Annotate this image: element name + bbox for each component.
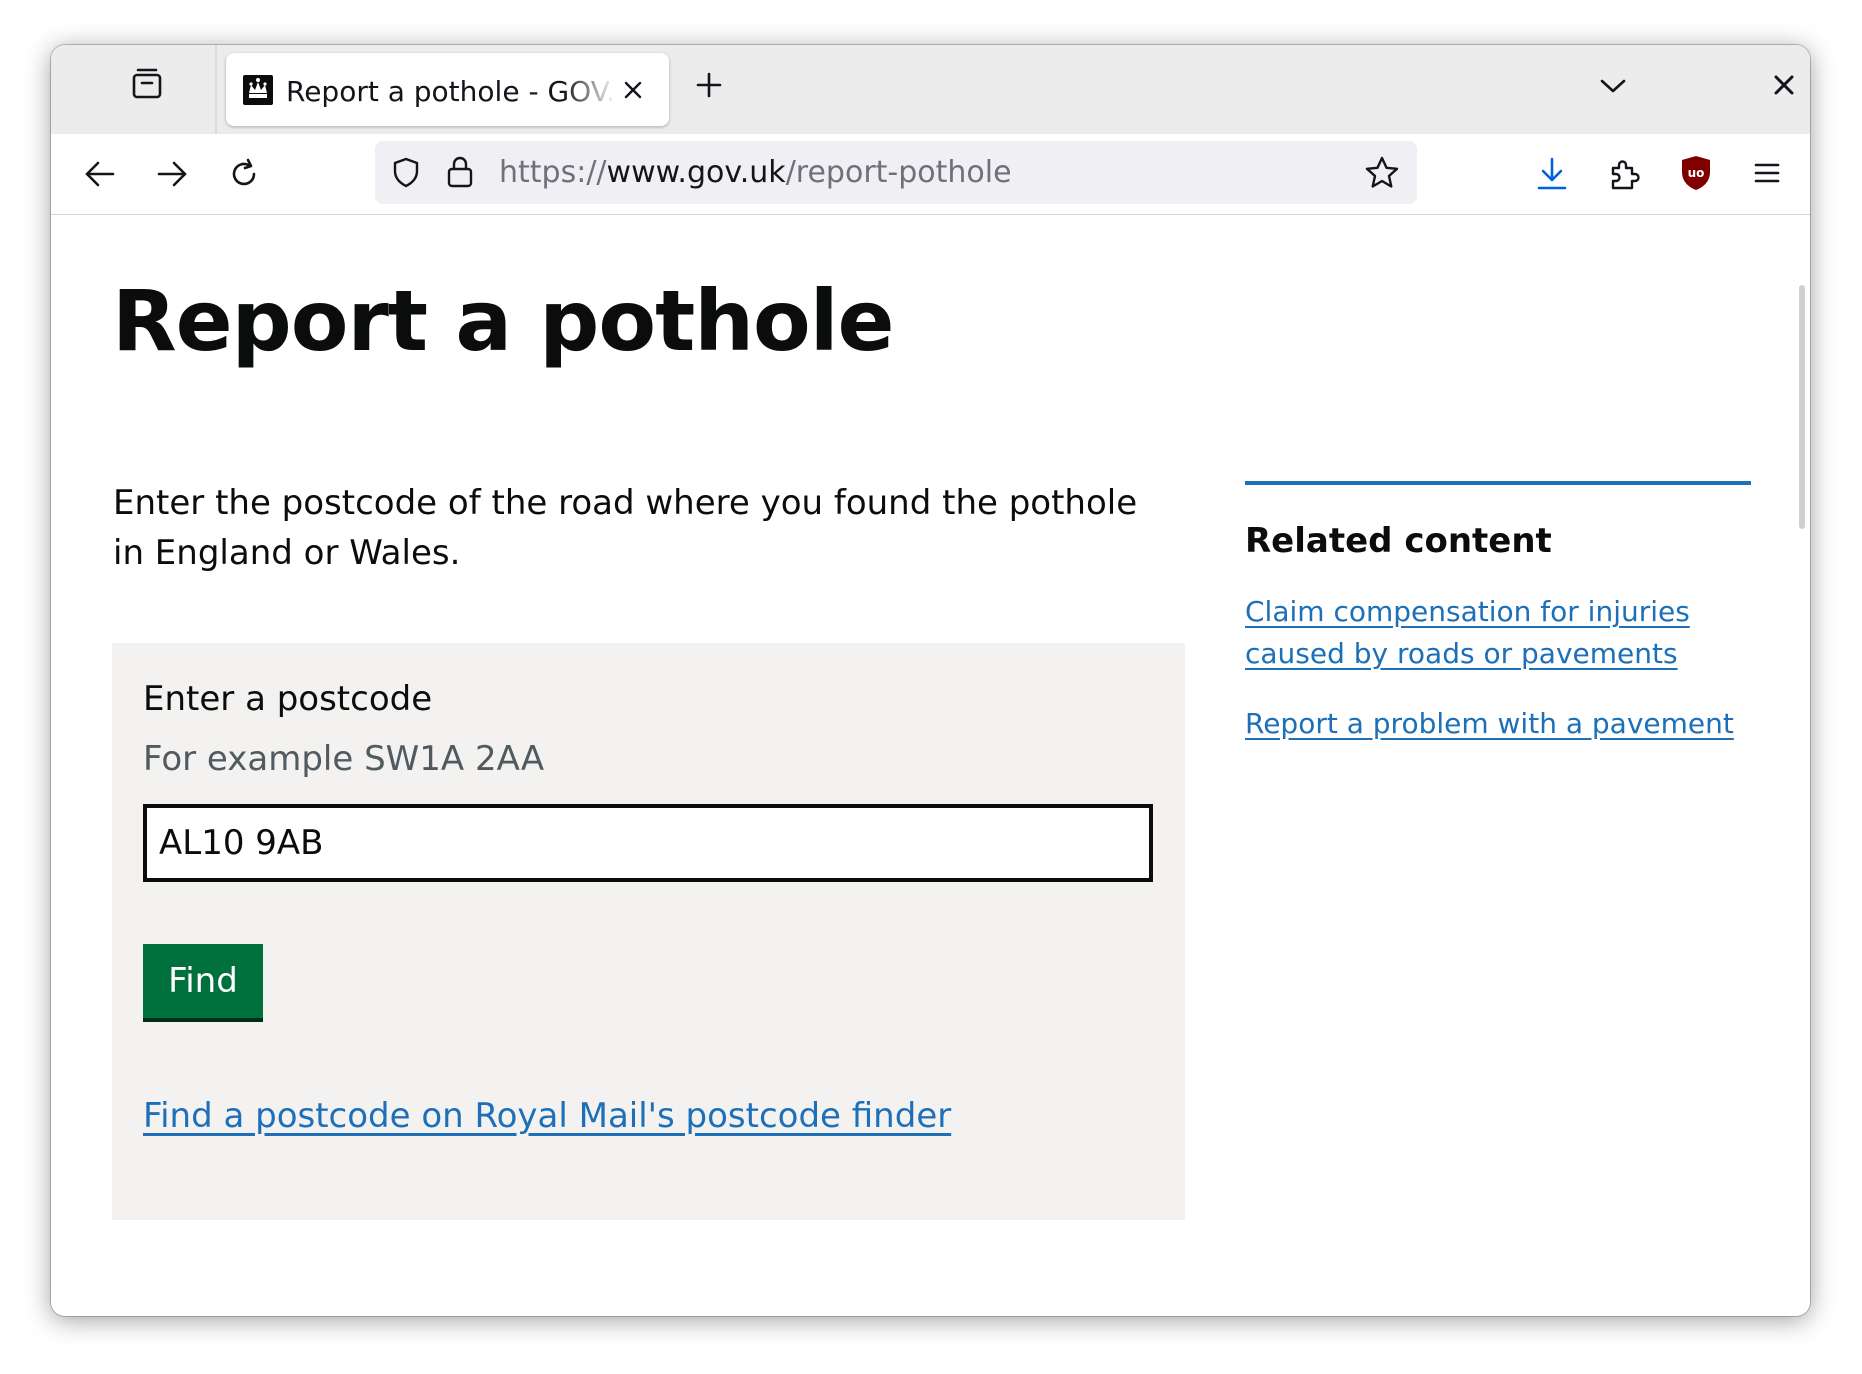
- related-content-sidebar: Related content Claim compensation for i…: [1245, 481, 1751, 745]
- crown-icon: [243, 75, 273, 105]
- navigation-toolbar: https://www.gov.uk/report-pothole uo: [51, 134, 1810, 215]
- forward-arrow-icon[interactable]: [155, 157, 189, 191]
- find-button[interactable]: Find: [143, 944, 263, 1018]
- url-text[interactable]: https://www.gov.uk/report-pothole: [499, 153, 1012, 193]
- tab-report-pothole[interactable]: Report a pothole - GOV.UK: [226, 53, 669, 126]
- shield-icon[interactable]: [389, 155, 423, 189]
- page-title: Report a pothole: [112, 272, 895, 370]
- chevron-down-icon[interactable]: [1598, 71, 1628, 101]
- intro-text: Enter the postcode of the road where you…: [113, 483, 1138, 573]
- download-icon[interactable]: [1535, 156, 1569, 192]
- postcode-hint: For example SW1A 2AA: [143, 739, 545, 779]
- postcode-input[interactable]: [143, 804, 1153, 882]
- back-arrow-icon[interactable]: [83, 157, 117, 191]
- hamburger-menu-icon[interactable]: [1751, 157, 1783, 189]
- browser-window: Report a pothole - GOV.UK: [51, 45, 1810, 1316]
- url-path: /report-pothole: [785, 155, 1012, 190]
- url-scheme: https://: [499, 155, 607, 190]
- puzzle-icon[interactable]: [1607, 156, 1643, 192]
- related-link-claim-compensation[interactable]: Claim compensation for injuries caused b…: [1245, 591, 1715, 675]
- royal-mail-postcode-finder-link[interactable]: Find a postcode on Royal Mail's postcode…: [143, 1094, 951, 1138]
- address-bar[interactable]: https://www.gov.uk/report-pothole: [375, 141, 1417, 204]
- tab-strip: Report a pothole - GOV.UK: [51, 45, 1810, 134]
- related-content-rule: [1245, 481, 1751, 485]
- postcode-form-panel: Enter a postcode For example SW1A 2AA Fi…: [112, 643, 1185, 1220]
- lock-icon[interactable]: [443, 154, 477, 190]
- star-icon[interactable]: [1364, 155, 1400, 191]
- url-host: www.gov.uk: [606, 155, 786, 190]
- tab-overview-icon[interactable]: [129, 66, 165, 102]
- tab-close-icon[interactable]: [619, 76, 647, 104]
- related-content-heading: Related content: [1245, 521, 1552, 561]
- tabstrip-separator: [215, 45, 217, 134]
- close-icon[interactable]: [1773, 74, 1795, 96]
- page-content: Report a pothole Enter the postcode of t…: [51, 215, 1810, 1316]
- svg-text:uo: uo: [1688, 166, 1705, 180]
- reload-icon[interactable]: [227, 157, 261, 191]
- related-link-report-pavement-problem[interactable]: Report a problem with a pavement: [1245, 703, 1751, 745]
- ublock-origin-icon[interactable]: uo: [1679, 154, 1713, 192]
- plus-icon[interactable]: [694, 70, 724, 100]
- tab-title: Report a pothole - GOV.UK: [286, 75, 616, 108]
- scrollbar[interactable]: [1799, 285, 1805, 529]
- postcode-label: Enter a postcode: [143, 679, 433, 719]
